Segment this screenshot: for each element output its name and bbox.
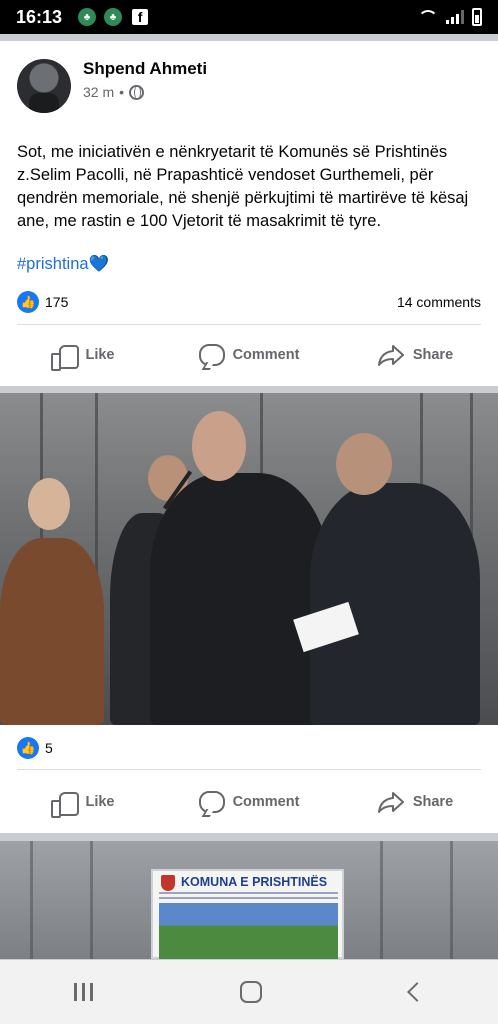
photo-reactions-bar[interactable]: 👍 5 — [17, 737, 481, 759]
post-card: Shpend Ahmeti 32 m • Sot, me iniciativën… — [0, 41, 498, 386]
post-text: Sot, me iniciativën e nënkryetarit të Ko… — [17, 143, 469, 230]
recent-apps-button[interactable] — [73, 983, 93, 1001]
like-label: Like — [85, 794, 115, 810]
hashtag-link[interactable]: #prishtina💙 — [17, 255, 109, 274]
like-label: Like — [85, 347, 115, 363]
share-icon — [377, 345, 404, 366]
comments-count[interactable]: 14 comments — [397, 294, 481, 310]
photo-post-card: 👍 5 Like Comment Share — [0, 393, 498, 833]
share-label: Share — [412, 347, 454, 363]
home-button[interactable] — [240, 981, 263, 1003]
share-button[interactable]: Share — [332, 335, 498, 375]
thumbs-up-icon — [51, 343, 80, 371]
thumbs-up-icon — [51, 790, 80, 818]
share-button[interactable]: Share — [332, 782, 498, 822]
app-notification-icon: ♣ — [78, 8, 97, 26]
divider — [17, 769, 481, 770]
hashtag-text[interactable]: #prishtina — [17, 255, 89, 273]
app-notification-icon: ♣ — [104, 8, 123, 26]
post-meta: 32 m • — [83, 84, 145, 100]
sign-render-image — [159, 903, 338, 959]
comment-button[interactable]: Comment — [166, 335, 332, 375]
like-reaction-icon: 👍 — [17, 737, 39, 759]
comment-button[interactable]: Comment — [166, 782, 332, 822]
facebook-icon: f — [132, 9, 149, 25]
sign-photo[interactable]: KOMUNA E PRISHTINËS — [0, 841, 498, 959]
system-nav-bar — [0, 960, 498, 1024]
globe-icon — [129, 84, 145, 100]
divider — [17, 324, 481, 325]
meta-separator: • — [119, 84, 125, 100]
post-time[interactable]: 32 m — [83, 84, 114, 100]
comment-label: Comment — [232, 347, 300, 363]
author-avatar[interactable] — [17, 59, 71, 113]
like-button[interactable]: Like — [0, 782, 166, 822]
photo-action-bar: Like Comment Share — [0, 782, 498, 822]
status-bar: 16:13 ♣ ♣ f — [0, 0, 498, 34]
like-reaction-icon: 👍 — [17, 291, 39, 313]
share-icon — [377, 792, 404, 813]
share-label: Share — [412, 794, 454, 810]
photo-reactions-count[interactable]: 5 — [45, 740, 53, 756]
wifi-icon — [418, 10, 438, 24]
event-photo[interactable] — [0, 393, 498, 725]
comment-icon — [198, 344, 225, 366]
comment-icon — [198, 791, 225, 813]
reactions-bar[interactable]: 👍 175 14 comments — [17, 291, 481, 313]
battery-icon — [472, 8, 482, 26]
project-sign: KOMUNA E PRISHTINËS — [151, 869, 344, 959]
like-button[interactable]: Like — [0, 335, 166, 375]
status-time: 16:13 — [16, 6, 63, 27]
sign-title: KOMUNA E PRISHTINËS — [181, 875, 328, 889]
action-bar: Like Comment Share — [0, 335, 498, 375]
comment-label: Comment — [232, 794, 300, 810]
author-name[interactable]: Shpend Ahmeti — [83, 59, 207, 79]
blue-heart-emoji: 💙 — [88, 255, 110, 273]
reactions-count[interactable]: 175 — [45, 294, 68, 310]
back-button[interactable] — [407, 982, 428, 1002]
municipality-emblem — [161, 875, 175, 891]
signal-icon — [446, 10, 464, 24]
